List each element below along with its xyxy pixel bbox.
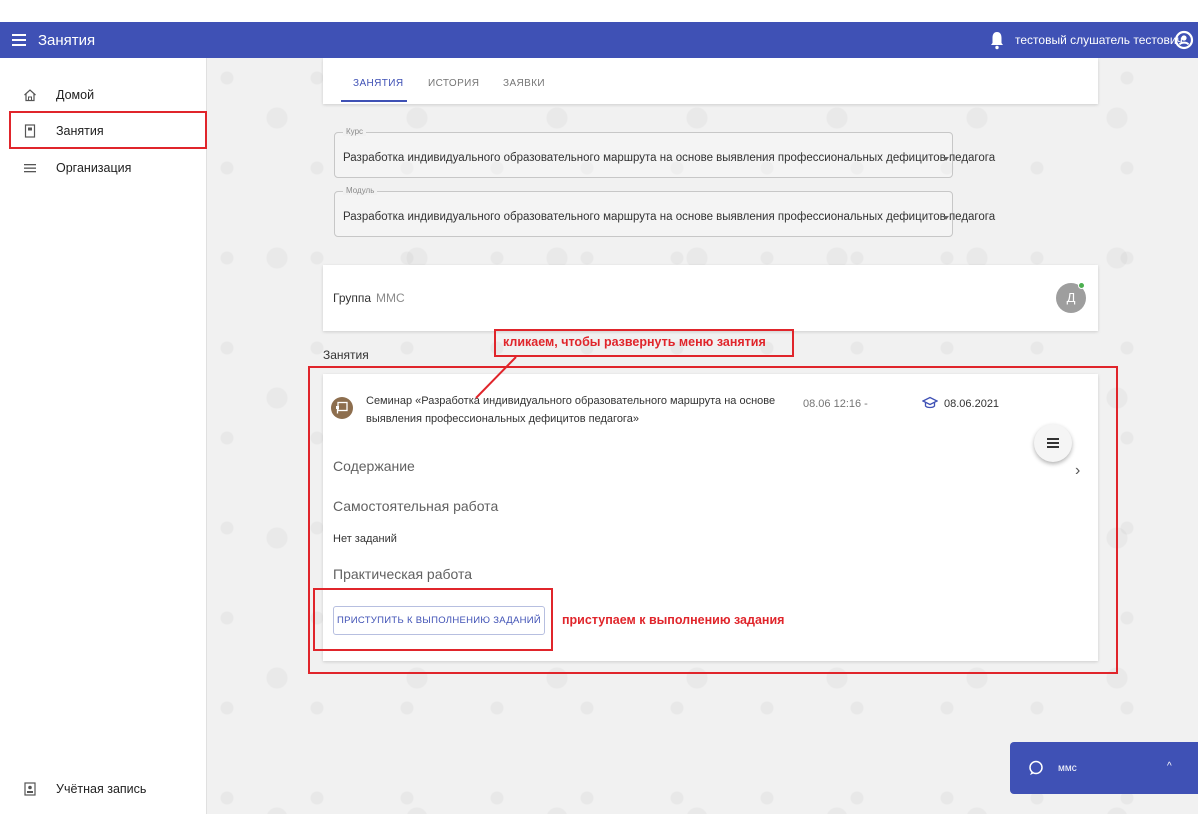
dropdown-arrow-icon [943, 216, 949, 220]
tab-requests[interactable]: ЗАЯВКИ [503, 78, 545, 89]
tab-history[interactable]: ИСТОРИЯ [428, 78, 479, 89]
sidebar-item-label: Организация [56, 161, 132, 175]
chat-bubble-icon [1029, 760, 1043, 775]
account-box-icon [24, 782, 36, 796]
home-icon [24, 89, 36, 102]
tabs-bar: ЗАНЯТИЯ ИСТОРИЯ ЗАЯВКИ [323, 58, 1098, 104]
list-icon [24, 164, 36, 173]
chevron-up-icon[interactable]: ^ [1167, 761, 1172, 772]
sessions-section-title: Занятия [323, 348, 369, 362]
annotation-sidebar-highlight [9, 111, 207, 149]
dropdown-arrow-icon [943, 157, 949, 161]
online-status-dot [1078, 282, 1085, 289]
course-value: Разработка индивидуального образовательн… [343, 152, 996, 164]
sidebar-item-label: Учётная запись [56, 782, 147, 796]
app-bar: Занятия тестовый слушатель тестович [0, 22, 1198, 58]
user-name[interactable]: тестовый слушатель тестович [1015, 33, 1183, 47]
module-label: Модуль [343, 186, 378, 195]
cropped-caption-fragment [300, 0, 307, 15]
chat-widget[interactable]: ммс ^ [1010, 742, 1198, 794]
sidebar-item-account[interactable]: Учётная запись [0, 772, 207, 806]
hamburger-menu-icon[interactable] [12, 31, 26, 49]
annotation-expand-hint: кликаем, чтобы развернуть меню занятия [503, 335, 766, 349]
account-circle-icon[interactable] [1174, 30, 1194, 50]
sidebar-item-home[interactable]: Домой [0, 78, 207, 112]
sidebar: Домой Занятия Организация Учётная запись [0, 58, 207, 814]
course-select[interactable]: Курс Разработка индивидуального образова… [334, 127, 995, 178]
bell-icon[interactable] [990, 30, 1004, 50]
module-select[interactable]: Модуль Разработка индивидуального образо… [334, 186, 995, 237]
chat-label: ммс [1058, 763, 1077, 774]
group-card: Группа ММС Д [323, 265, 1098, 331]
group-value: ММС [376, 291, 405, 305]
annotation-start-hint: приступаем к выполнению задания [562, 613, 785, 627]
sidebar-item-organization[interactable]: Организация [0, 151, 207, 185]
course-label: Курс [343, 127, 367, 136]
sidebar-item-label: Домой [56, 88, 95, 102]
tab-lessons[interactable]: ЗАНЯТИЯ [353, 78, 403, 89]
module-value: Разработка индивидуального образовательн… [343, 211, 996, 223]
page-title: Занятия [38, 32, 96, 49]
annotation-start-button-highlight [313, 588, 553, 651]
top-cropped-caption [0, 0, 1198, 22]
group-label: Группа [333, 291, 372, 305]
active-tab-indicator [341, 100, 407, 102]
